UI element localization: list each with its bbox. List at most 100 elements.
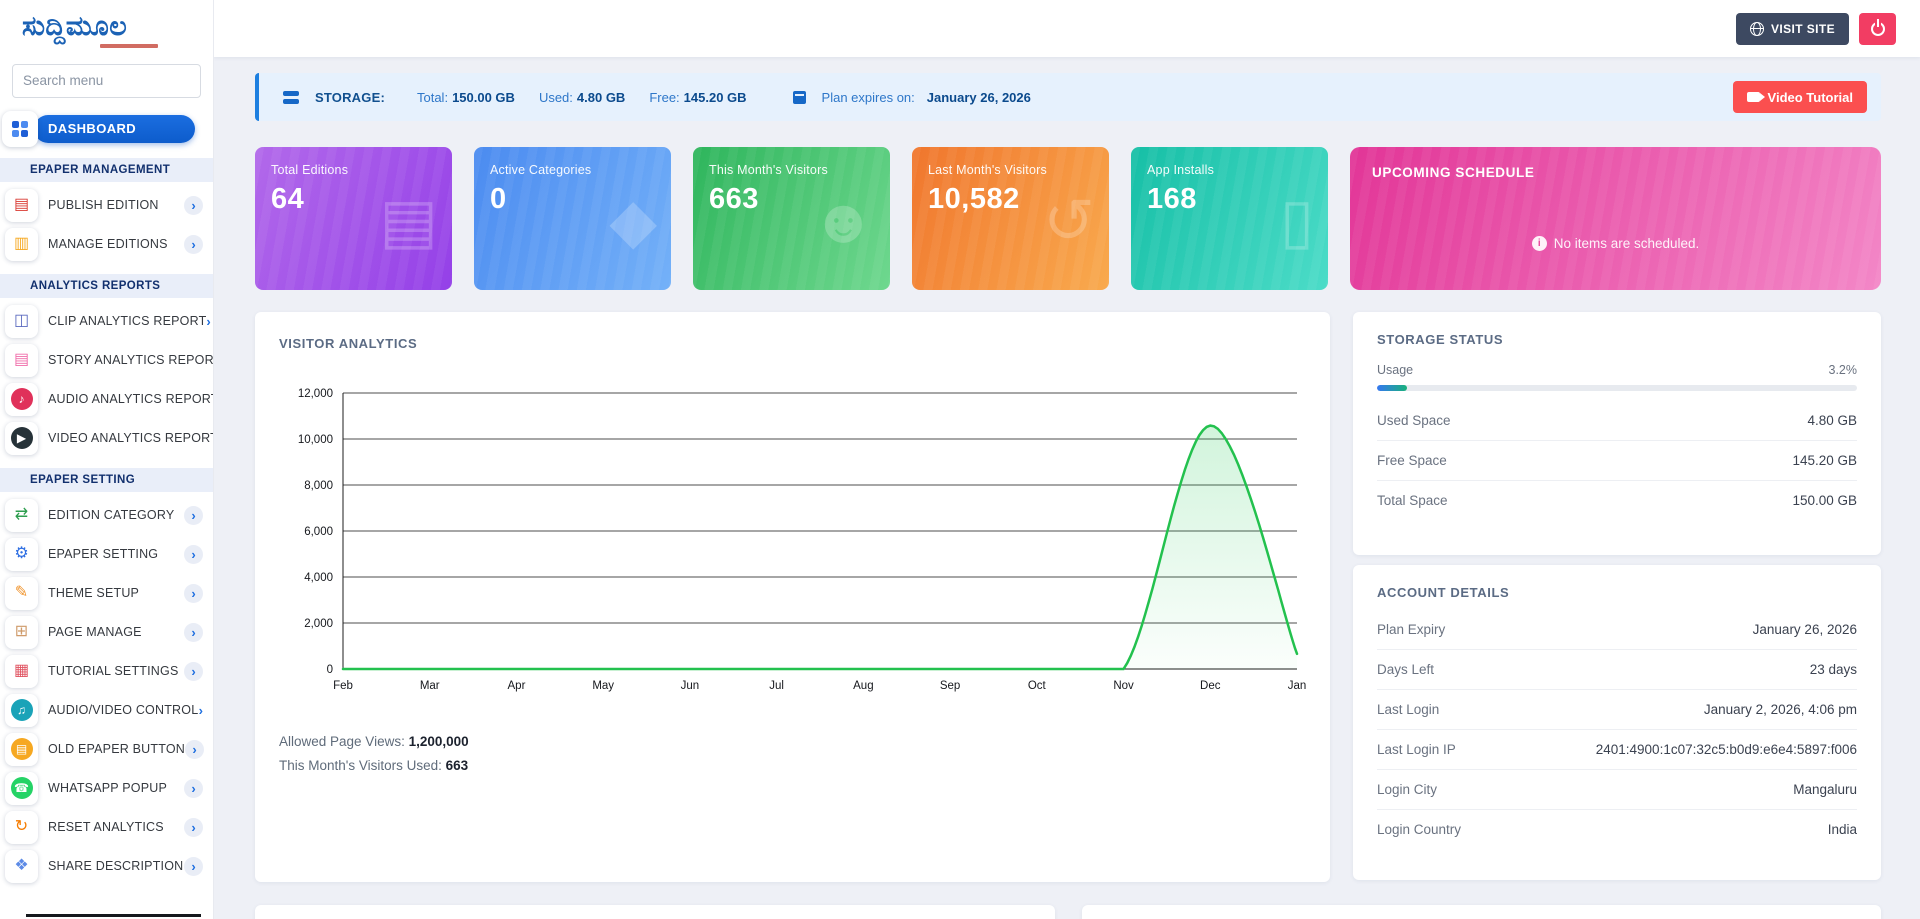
row-value: January 26, 2026 xyxy=(1753,622,1857,637)
svg-text:Feb: Feb xyxy=(333,680,353,692)
history-clock-icon: ↺ xyxy=(1043,191,1095,253)
chevron-right-icon: › xyxy=(206,314,210,329)
section-title-epaper-setting: EPAPER SETTING xyxy=(0,468,213,492)
stat-card-title: Active Categories xyxy=(490,163,655,177)
visitor-analytics-chart: 02,0004,0006,0008,00010,00012,000FebMarA… xyxy=(279,369,1306,708)
calendar-icon xyxy=(793,91,806,104)
dashboard-grid-icon xyxy=(2,111,38,147)
stat-card-active-categories[interactable]: Active Categories0◆ xyxy=(474,147,671,290)
sidebar-item-reset-analytics[interactable]: ↻RESET ANALYTICS› xyxy=(0,808,213,847)
search-input[interactable] xyxy=(12,64,201,98)
stat-card-total-editions[interactable]: Total Editions64▤ xyxy=(255,147,452,290)
svg-text:10,000: 10,000 xyxy=(298,434,333,446)
sidebar-item-publish-edition[interactable]: ▤PUBLISH EDITION› xyxy=(0,186,213,225)
stat-card-title: App Installs xyxy=(1147,163,1312,177)
storage-row-total-space: Total Space 150.00 GB xyxy=(1377,480,1857,520)
sidebar-item-dashboard[interactable]: DASHBOARD xyxy=(34,115,195,143)
sidebar-item-theme-setup[interactable]: ✎THEME SETUP› xyxy=(0,574,213,613)
sidebar-item-clip-analytics-report[interactable]: ◫CLIP ANALYTICS REPORT› xyxy=(0,302,213,341)
plan-expiry-value: January 26, 2026 xyxy=(927,90,1031,105)
account-row-days-left: Days Left23 days xyxy=(1377,649,1857,689)
svg-text:2,000: 2,000 xyxy=(304,618,333,630)
paint-brush-icon: ✎ xyxy=(5,577,38,610)
sidebar-item-label: SHARE DESCRIPTION xyxy=(48,859,184,873)
sidebar-item-whatsapp-popup[interactable]: ☎WHATSAPP POPUP› xyxy=(0,769,213,808)
stat-card-title: Last Month's Visitors xyxy=(928,163,1093,177)
svg-text:Mar: Mar xyxy=(420,680,440,692)
sidebar-item-page-manage[interactable]: ⊞PAGE MANAGE› xyxy=(0,613,213,652)
sidebar-item-old-epaper-button[interactable]: ▤OLD EPAPER BUTTON› xyxy=(0,730,213,769)
stat-card-app-installs[interactable]: App Installs168▯ xyxy=(1131,147,1328,290)
visitor-analytics-card: VISITOR ANALYTICS 02,0004,0006,0008,0001… xyxy=(255,312,1330,882)
storage-metric-label: Used: xyxy=(539,90,573,105)
svg-text:Jan: Jan xyxy=(1288,680,1306,692)
row-label: Used Space xyxy=(1377,413,1451,428)
chevron-right-icon: › xyxy=(184,779,203,798)
svg-text:12,000: 12,000 xyxy=(298,388,333,400)
account-row-login-country: Login Country India xyxy=(1377,809,1857,849)
video-tutorial-button[interactable]: Video Tutorial xyxy=(1733,81,1867,113)
svg-text:Jun: Jun xyxy=(681,680,700,692)
row-value: 4.80 GB xyxy=(1807,413,1857,428)
newspaper-icon: ▤ xyxy=(379,191,438,253)
row-label: Total Space xyxy=(1377,493,1448,508)
account-row-last-login-ip: Last Login IP 2401:4900:1c07:32c5:b0d9:e6… xyxy=(1377,729,1857,769)
svg-text:6,000: 6,000 xyxy=(304,526,333,538)
video-tutorial-label: Video Tutorial xyxy=(1768,90,1853,105)
row-value: January 2, 2026, 4:06 pm xyxy=(1704,702,1857,717)
account-details-rows: Plan ExpiryJanuary 26, 2026Days Left23 d… xyxy=(1377,610,1857,849)
plan-expiry-label: Plan expires on: xyxy=(822,90,915,105)
stat-card-this-month-s-visitors[interactable]: This Month's Visitors663☻ xyxy=(693,147,890,290)
sidebar-item-manage-editions[interactable]: ▥MANAGE EDITIONS› xyxy=(0,225,213,264)
sidebar-item-video-analytics-report[interactable]: ▶VIDEO ANALYTICS REPORT xyxy=(0,419,213,458)
sidebar-item-epaper-setting[interactable]: ⚙EPAPER SETTING› xyxy=(0,535,213,574)
svg-text:4,000: 4,000 xyxy=(304,572,333,584)
sidebar-item-audio-video-control[interactable]: ♫AUDIO/VIDEO CONTROL› xyxy=(0,691,213,730)
sidebar-item-share-description[interactable]: ❖SHARE DESCRIPTION› xyxy=(0,847,213,886)
storage-status-rows: Used Space4.80 GBFree Space145.20 GBTota… xyxy=(1377,401,1857,520)
storage-metric-label: Free: xyxy=(649,90,679,105)
sidebar-item-label: AUDIO ANALYTICS REPORT xyxy=(48,392,214,406)
sidebar-item-label: TUTORIAL SETTINGS xyxy=(48,664,184,678)
stat-card-title: This Month's Visitors xyxy=(709,163,874,177)
row-value: India xyxy=(1828,822,1857,837)
usage-progress-bar xyxy=(1377,385,1857,391)
server-storage-icon xyxy=(283,91,299,104)
video-camera-icon xyxy=(1747,92,1760,102)
visit-site-button[interactable]: VISIT SITE xyxy=(1736,13,1849,45)
clip-analytics-icon: ◫ xyxy=(5,305,38,338)
sidebar-item-story-analytics-report[interactable]: ▤STORY ANALYTICS REPORT xyxy=(0,341,213,380)
storage-row-free-space: Free Space145.20 GB xyxy=(1377,440,1857,480)
account-details-title: ACCOUNT DETAILS xyxy=(1377,585,1857,600)
newspaper-icon: ▤ xyxy=(5,189,38,222)
storage-metric-label: Total: xyxy=(417,90,448,105)
sidebar-item-label: MANAGE EDITIONS xyxy=(48,237,184,251)
stat-card-last-month-s-visitors[interactable]: Last Month's Visitors10,582↺ xyxy=(912,147,1109,290)
brand-logo[interactable]: ಸುದ್ದಿಮೂಲ xyxy=(0,0,213,54)
row-value: 2401:4900:1c07:32c5:b0d9:e6e4:5897:f006 xyxy=(1596,742,1857,757)
sidebar-item-edition-category[interactable]: ⇄EDITION CATEGORY› xyxy=(0,496,213,535)
tutorial-screen-icon: ▦ xyxy=(5,655,38,688)
brand-tagline-mark xyxy=(100,44,158,48)
page-add-icon: ⊞ xyxy=(5,616,38,649)
svg-text:Nov: Nov xyxy=(1113,680,1134,692)
section-title-epaper-management: EPAPER MANAGEMENT xyxy=(0,158,213,182)
whatsapp-icon: ☎ xyxy=(5,772,38,805)
svg-text:Sep: Sep xyxy=(940,680,960,692)
storage-metric-value: 150.00 GB xyxy=(452,90,515,105)
bottom-left-card xyxy=(255,905,1055,919)
row-label: Login Country xyxy=(1377,822,1461,837)
svg-text:0: 0 xyxy=(327,664,333,676)
chevron-right-icon: › xyxy=(184,545,203,564)
sidebar-item-tutorial-settings[interactable]: ▦ TUTORIAL SETTINGS› xyxy=(0,652,213,691)
row-value: 150.00 GB xyxy=(1792,493,1857,508)
chevron-right-icon: › xyxy=(184,662,203,681)
folder-documents-icon: ▥ xyxy=(5,228,38,261)
svg-text:Apr: Apr xyxy=(508,680,526,692)
logout-power-button[interactable] xyxy=(1859,13,1896,45)
row-label: Last Login IP xyxy=(1377,742,1456,757)
chevron-right-icon: › xyxy=(184,623,203,642)
storage-info-bar: STORAGE: Total:150.00 GBUsed:4.80 GBFree… xyxy=(255,73,1881,121)
sidebar-item-audio-analytics-report[interactable]: ♪AUDIO ANALYTICS REPORT xyxy=(0,380,213,419)
visitors-used: This Month's Visitors Used: 663 xyxy=(279,758,1306,773)
